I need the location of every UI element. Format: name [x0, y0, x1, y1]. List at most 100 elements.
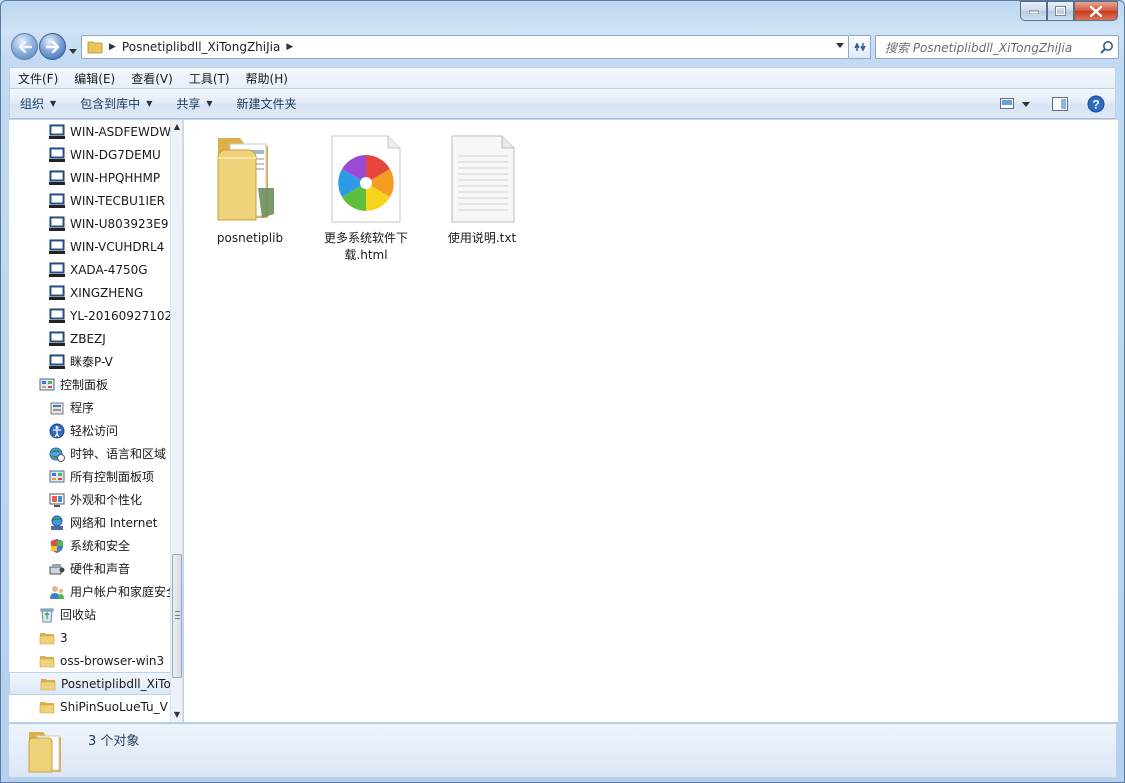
nav-item[interactable]: 系统和安全	[9, 534, 171, 557]
nav-item[interactable]: YL-20160927102	[9, 304, 171, 327]
nav-item[interactable]: WIN-U803923E9	[9, 212, 171, 235]
close-button[interactable]	[1074, 1, 1118, 21]
menu-bar: 文件(F) 编辑(E) 查看(V) 工具(T) 帮助(H)	[9, 67, 1116, 89]
recent-pages-dropdown[interactable]	[69, 43, 77, 57]
nav-item[interactable]: WIN-HPQHHMP	[9, 166, 171, 189]
computer-icon	[49, 124, 65, 140]
nav-item[interactable]: WIN-VCUHDRL4	[9, 235, 171, 258]
refresh-button[interactable]	[849, 35, 871, 59]
control-panel-icon	[49, 469, 65, 485]
file-item-folder[interactable]: posnetiplib	[202, 128, 298, 247]
nav-item[interactable]: Posnetiplibdll_XiTo	[9, 672, 171, 695]
maximize-button[interactable]	[1047, 1, 1074, 21]
folder-icon	[39, 630, 55, 646]
arrow-right-icon	[45, 40, 59, 53]
folder-icon	[210, 128, 290, 224]
menu-view[interactable]: 查看(V)	[123, 70, 181, 87]
system-security-icon	[49, 538, 65, 554]
nav-item[interactable]: ZBEZJ	[9, 327, 171, 350]
nav-item[interactable]: WIN-DG7DEMU	[9, 143, 171, 166]
nav-scrollbar[interactable]: ▲ ▼	[170, 120, 182, 722]
change-view-button[interactable]	[997, 93, 1019, 115]
include-in-library-button[interactable]: 包含到库中 ▼	[70, 95, 162, 112]
nav-item-label: 时钟、语言和区域	[70, 447, 167, 461]
nav-item-label: 系统和安全	[70, 539, 131, 553]
explorer-window: ▶ Posnetiplibdll_XiTongZhiJia ▶ 搜索 Posne…	[0, 0, 1125, 783]
preview-pane-icon	[1052, 97, 1068, 111]
nav-item[interactable]: WIN-TECBU1IER	[9, 189, 171, 212]
computer-icon	[49, 354, 65, 370]
nav-item-label: 3	[60, 630, 68, 645]
nav-item[interactable]: oss-browser-win3	[9, 649, 171, 672]
nav-item[interactable]: 硬件和声音	[9, 557, 171, 580]
nav-item[interactable]: 时钟、语言和区域	[9, 442, 171, 465]
file-name: posnetiplib	[216, 231, 284, 245]
computer-icon	[49, 285, 65, 301]
new-folder-button[interactable]: 新建文件夹	[227, 95, 307, 112]
forward-button[interactable]	[39, 33, 66, 60]
file-name: 更多系统软件下载.html	[323, 231, 408, 262]
view-options-dropdown[interactable]	[1019, 93, 1033, 115]
chevron-down-icon[interactable]	[836, 43, 844, 48]
nav-item[interactable]: WIN-ASDFEWDW	[9, 120, 171, 143]
search-icon[interactable]	[1096, 37, 1118, 57]
view-controls: ?	[989, 93, 1107, 115]
new-folder-label: 新建文件夹	[236, 97, 297, 111]
nav-item[interactable]: 用户帐户和家庭安全	[9, 580, 171, 603]
file-item-txt[interactable]: 使用说明.txt	[434, 128, 530, 247]
nav-item-label: 所有控制面板项	[70, 470, 155, 484]
nav-item[interactable]: 网络和 Internet	[9, 511, 171, 534]
file-item-html[interactable]: 更多系统软件下载.html	[318, 128, 414, 264]
nav-item-label: 程序	[70, 401, 95, 415]
breadcrumb-separator[interactable]: ▶	[109, 42, 116, 52]
preview-pane-button[interactable]	[1049, 93, 1071, 115]
chevron-down-icon: ▼	[206, 99, 213, 108]
nav-item[interactable]: 眯泰P-V	[9, 350, 171, 373]
search-input[interactable]: 搜索 Posnetiplibdll_XiTongZhiJia	[875, 35, 1119, 59]
minimize-icon	[1028, 10, 1039, 14]
file-name: 使用说明.txt	[447, 231, 517, 245]
nav-item[interactable]: XINGZHENG	[9, 281, 171, 304]
file-list-view[interactable]: posnetiplib 更多系统软件下载.html 使用说明.txt	[184, 120, 1118, 722]
nav-item[interactable]: ShiPinSuoLueTu_V	[9, 695, 171, 718]
arrow-left-icon	[18, 40, 32, 53]
folder-icon	[87, 41, 103, 54]
address-bar[interactable]: ▶ Posnetiplibdll_XiTongZhiJia ▶	[81, 35, 849, 59]
navigation-tree: WIN-ASDFEWDW WIN-DG7DEMU WIN-HPQHHMP WIN-TE…	[9, 120, 171, 718]
recycle-bin-icon	[39, 607, 55, 623]
scroll-up-arrow-icon[interactable]: ▲	[171, 120, 182, 134]
nav-item[interactable]: 回收站	[9, 603, 171, 626]
nav-item[interactable]: XADA-4750G	[9, 258, 171, 281]
chevron-down-icon	[1022, 101, 1030, 107]
minimize-button[interactable]	[1020, 1, 1047, 21]
menu-tools[interactable]: 工具(T)	[181, 70, 238, 87]
nav-item[interactable]: 3	[9, 626, 171, 649]
nav-item-label: 硬件和声音	[70, 562, 131, 576]
computer-icon	[49, 147, 65, 163]
organize-button[interactable]: 组织 ▼	[10, 95, 66, 112]
help-button[interactable]: ?	[1085, 93, 1107, 115]
scroll-thumb[interactable]	[172, 554, 182, 678]
menu-edit[interactable]: 编辑(E)	[66, 70, 123, 87]
nav-item-label: 控制面板	[60, 378, 109, 392]
nav-item[interactable]: 轻松访问	[9, 419, 171, 442]
breadcrumb-segment[interactable]: Posnetiplibdll_XiTongZhiJia	[122, 40, 280, 54]
nav-item-label: 轻松访问	[70, 424, 119, 438]
back-button[interactable]	[11, 33, 38, 60]
nav-item[interactable]: 所有控制面板项	[9, 465, 171, 488]
computer-icon	[49, 331, 65, 347]
menu-help[interactable]: 帮助(H)	[238, 70, 296, 87]
nav-item[interactable]: 外观和个性化	[9, 488, 171, 511]
nav-item-label: WIN-VCUHDRL4	[70, 239, 165, 254]
scroll-down-arrow-icon[interactable]: ▼	[171, 708, 182, 722]
share-button[interactable]: 共享 ▼	[166, 95, 222, 112]
network-icon	[49, 515, 65, 531]
nav-item[interactable]: 程序	[9, 396, 171, 419]
nav-item[interactable]: 控制面板	[9, 373, 171, 396]
breadcrumb-separator[interactable]: ▶	[286, 42, 293, 52]
nav-item-label: WIN-ASDFEWDW	[70, 124, 171, 139]
menu-file[interactable]: 文件(F)	[10, 70, 66, 87]
command-bar: 组织 ▼ 包含到库中 ▼ 共享 ▼ 新建文件夹 ?	[9, 89, 1116, 119]
clock-globe-icon	[49, 446, 65, 462]
text-file-icon	[442, 128, 522, 224]
